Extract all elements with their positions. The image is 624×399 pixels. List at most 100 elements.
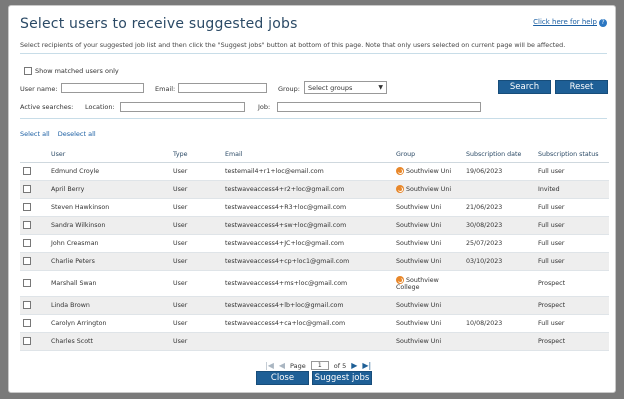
page-number-input[interactable]: 1 [310, 361, 329, 370]
chevron-down-icon: ▼ [378, 84, 383, 91]
page-count: of 5 [333, 361, 347, 370]
row-type: User [173, 234, 225, 253]
show-matched-toggle[interactable]: Show matched users only [24, 67, 119, 75]
email-label: Email: [155, 85, 176, 93]
email-input[interactable] [178, 83, 267, 93]
header-email[interactable]: Email [225, 148, 396, 163]
row-email: testemail4+r1+loc@email.com [225, 162, 396, 181]
row-checkbox[interactable] [23, 279, 31, 287]
reset-button[interactable]: Reset [555, 80, 608, 94]
row-group: Southview Uni [396, 203, 442, 211]
row-checkbox[interactable] [23, 239, 31, 247]
row-checkbox[interactable] [23, 337, 31, 345]
next-page-icon[interactable]: ▶ [351, 361, 357, 370]
table-row[interactable]: Edmund Croyle User testemail4+r1+loc@ema… [20, 162, 609, 181]
table-row[interactable]: Steven Hawkinson User testwaveaccess4+R3… [20, 198, 609, 217]
row-checkbox[interactable] [23, 301, 31, 309]
row-type: User [173, 296, 225, 315]
help-link-text[interactable]: Click here for help [533, 18, 597, 26]
group-icon [396, 167, 404, 175]
row-checkbox[interactable] [23, 185, 31, 193]
row-type: User [173, 216, 225, 235]
search-button[interactable]: Search [498, 80, 551, 94]
row-group-line2: College [396, 283, 420, 291]
help-link[interactable]: Click here for help? [533, 18, 607, 27]
show-matched-checkbox[interactable] [24, 67, 32, 75]
last-page-icon[interactable]: ▶| [362, 361, 371, 370]
row-checkbox[interactable] [23, 203, 31, 211]
select-all-link[interactable]: Select all [20, 130, 50, 138]
row-subscription-date [466, 296, 538, 315]
row-subscription-status: Full user [538, 198, 609, 217]
row-group: Southview Uni [396, 257, 442, 265]
row-subscription-status: Invited [538, 180, 609, 199]
group-label: Group: [278, 85, 300, 93]
deselect-all-link[interactable]: Deselect all [58, 130, 96, 138]
row-subscription-date: 03/10/2023 [466, 252, 538, 271]
table-row[interactable]: Carolyn Arrington User testwaveaccess4+c… [20, 314, 609, 333]
row-group-cell: Southview Uni [396, 162, 466, 181]
group-select[interactable]: Select groups ▼ [304, 81, 387, 94]
row-group: Southview Uni [406, 168, 452, 175]
suggest-jobs-button[interactable]: Suggest jobs [312, 371, 372, 385]
row-email: testwaveaccess4+R3+loc@gmail.com [225, 198, 396, 217]
suggest-jobs-dialog: Select users to receive suggested jobs C… [8, 5, 616, 393]
first-page-icon[interactable]: |◀ [265, 361, 274, 370]
job-label: Job: [258, 103, 271, 111]
row-user: Steven Hawkinson [51, 198, 173, 217]
help-icon[interactable]: ? [599, 19, 607, 27]
row-subscription-status: Full user [538, 234, 609, 253]
row-group-cell: Southview Uni [396, 216, 466, 235]
table-row[interactable]: Charles Scott User Southview Uni Prospec… [20, 332, 609, 351]
row-group-cell: Southview Uni [396, 252, 466, 271]
username-label: User name: [20, 85, 58, 93]
group-icon [396, 275, 404, 284]
row-subscription-status: Prospect [538, 270, 609, 297]
row-user: Charlie Peters [51, 252, 173, 271]
row-type: User [173, 252, 225, 271]
divider [20, 53, 607, 54]
row-subscription-status: Full user [538, 252, 609, 271]
row-checkbox[interactable] [23, 319, 31, 327]
divider [20, 118, 607, 119]
row-group-cell: Southview Uni [396, 296, 466, 315]
row-checkbox[interactable] [23, 167, 31, 175]
close-button[interactable]: Close [256, 371, 309, 385]
location-input[interactable] [120, 102, 245, 112]
table-row[interactable]: Sandra Wilkinson User testwaveaccess4+sw… [20, 216, 609, 235]
row-email: testwaveaccess4+sw+loc@gmail.com [225, 216, 396, 235]
row-group: Southview Uni [396, 301, 442, 309]
header-type[interactable]: Type [173, 148, 225, 163]
row-group-cell: Southview Uni [396, 234, 466, 253]
header-user[interactable]: User [51, 148, 173, 163]
row-type: User [173, 314, 225, 333]
header-subscription-status[interactable]: Subscription status [538, 148, 609, 163]
table-row[interactable]: John Creasman User testwaveaccess4+JC+lo… [20, 234, 609, 253]
instructions-text: Select recipients of your suggested job … [20, 41, 566, 49]
row-email: testwaveaccess4+ca+loc@gmail.com [225, 314, 396, 333]
row-subscription-date [466, 270, 538, 297]
table-row[interactable]: Linda Brown User testwaveaccess4+lb+loc@… [20, 296, 609, 315]
job-input[interactable] [277, 102, 481, 112]
row-user: Sandra Wilkinson [51, 216, 173, 235]
row-type: User [173, 270, 225, 297]
row-group: Southview Uni [406, 186, 452, 193]
dialog-title: Select users to receive suggested jobs [20, 16, 298, 32]
row-subscription-status: Full user [538, 314, 609, 333]
header-group[interactable]: Group [396, 148, 466, 163]
table-row[interactable]: April Berry User testwaveaccess4+r2+loc@… [20, 180, 609, 199]
table-row[interactable]: Marshall Swan User testwaveaccess4+ms+lo… [20, 270, 609, 297]
row-type: User [173, 332, 225, 351]
row-checkbox[interactable] [23, 257, 31, 265]
header-subscription-date[interactable]: Subscription date [466, 148, 538, 163]
row-user: Marshall Swan [51, 270, 173, 297]
row-checkbox[interactable] [23, 221, 31, 229]
row-group: Southview Uni [396, 337, 442, 345]
prev-page-icon[interactable]: ◀ [279, 361, 285, 370]
row-subscription-date: 19/06/2023 [466, 162, 538, 181]
row-subscription-date [466, 332, 538, 351]
username-input[interactable] [61, 83, 144, 93]
row-email: testwaveaccess4+lb+loc@gmail.com [225, 296, 396, 315]
page-label: Page [290, 361, 306, 370]
table-row[interactable]: Charlie Peters User testwaveaccess4+cp+l… [20, 252, 609, 271]
